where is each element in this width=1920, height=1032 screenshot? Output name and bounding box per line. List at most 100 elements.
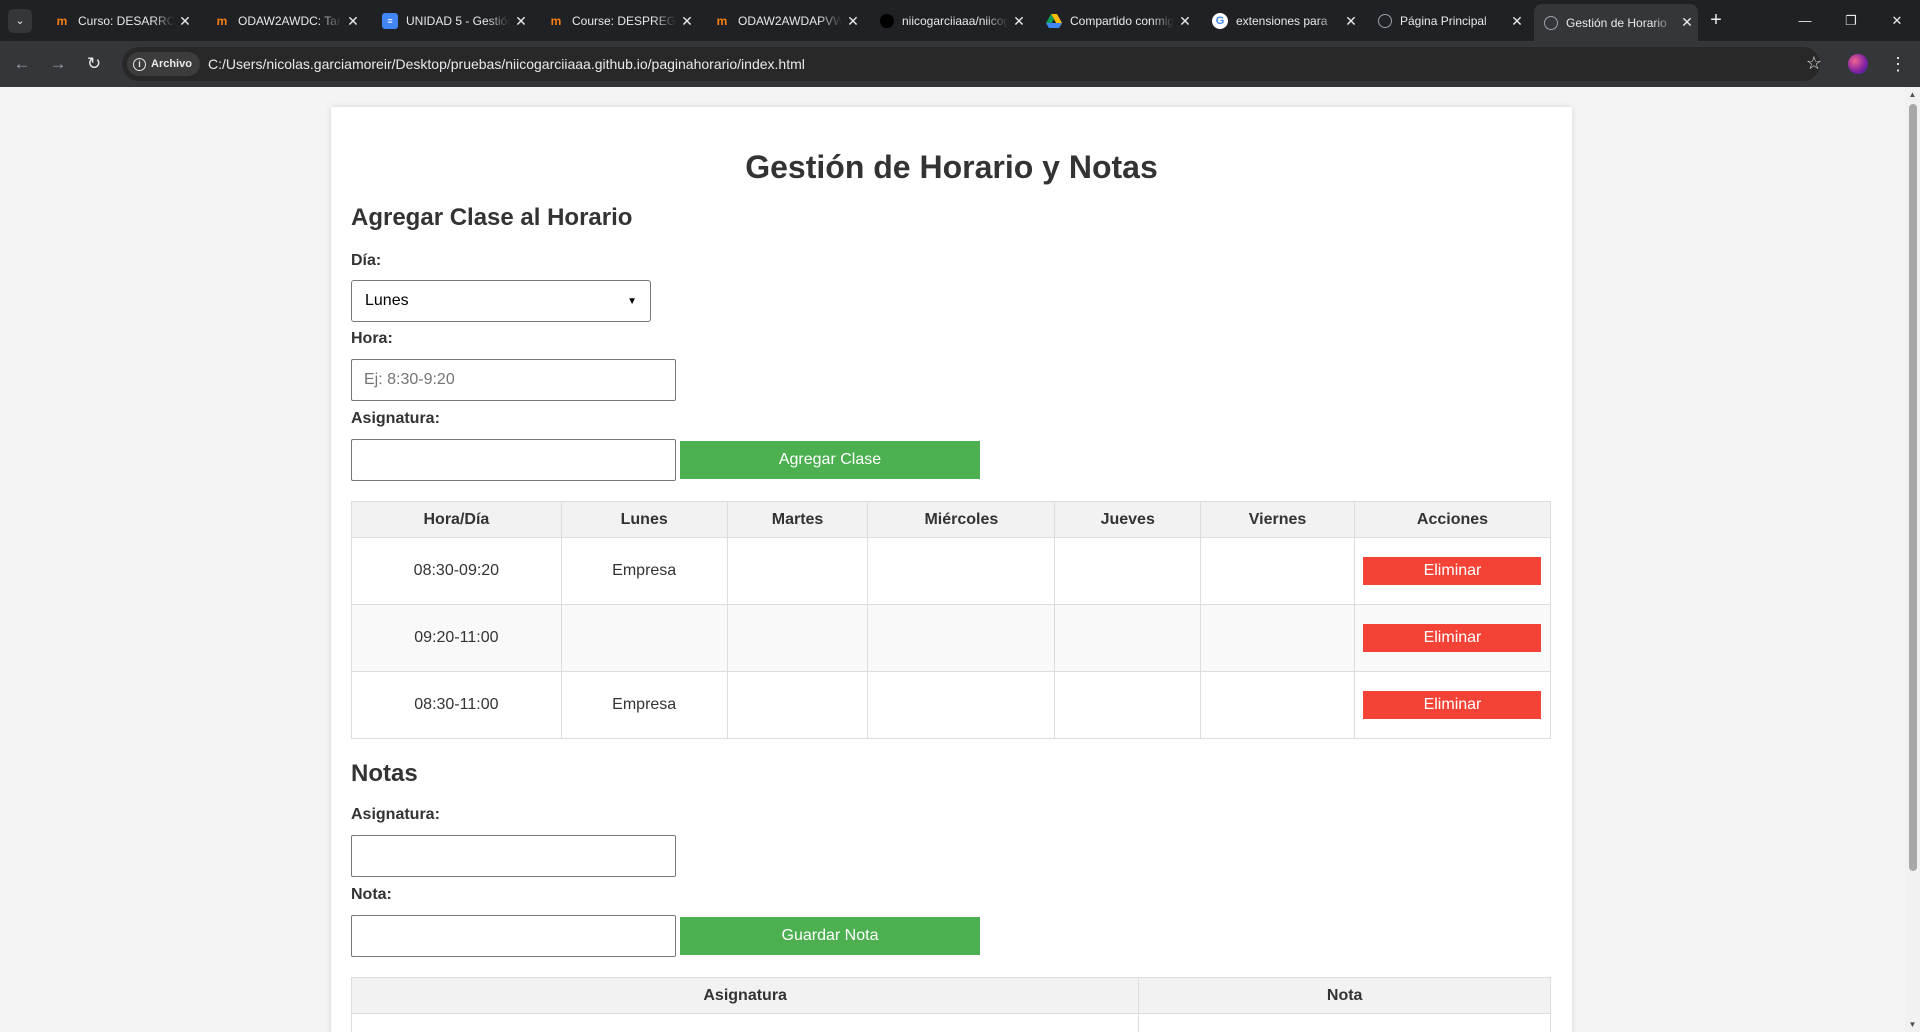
notes-subject-input[interactable] [351, 835, 676, 877]
delete-button[interactable]: Eliminar [1363, 691, 1542, 719]
browser-tab-7[interactable]: Compartido conmigo ✕ [1036, 5, 1196, 37]
docs-icon: ≡ [382, 13, 398, 29]
close-window-button[interactable]: ✕ [1874, 0, 1920, 41]
moodle-icon: m [216, 14, 228, 28]
tab-search-button[interactable]: ⌄ [8, 9, 32, 33]
browser-tab-5[interactable]: m ODAW2AWDAPVW ✕ [704, 5, 864, 37]
cell-viernes [1200, 604, 1355, 672]
page-title: Gestión de Horario y Notas [745, 149, 1158, 185]
browser-tab-3[interactable]: ≡ UNIDAD 5 - Gestión ✕ [372, 5, 532, 37]
close-tab-icon[interactable]: ✕ [174, 13, 196, 30]
subject-input[interactable] [351, 439, 676, 481]
column-header-miercoles: Miércoles [867, 501, 1056, 538]
tab-title: Compartido conmigo [1070, 14, 1174, 28]
drive-icon [1046, 13, 1062, 29]
chip-label: Archivo [151, 58, 192, 70]
browser-tab-6[interactable]: niicogarciiaaa/niicogarciiaaa ✕ [870, 5, 1030, 37]
cell-lunes [560, 604, 728, 672]
profile-avatar[interactable] [1848, 54, 1868, 74]
notes-subject-label: Asignatura: [351, 806, 440, 823]
tab-title: Página Principal [1400, 14, 1487, 28]
globe-icon [1544, 15, 1558, 30]
save-grade-button[interactable]: Guardar Nota [680, 917, 980, 955]
plus-icon: + [1710, 9, 1722, 31]
site-info-chip[interactable]: i Archivo [127, 52, 200, 76]
close-tab-icon[interactable]: ✕ [676, 13, 698, 30]
cell-actions: Eliminar [1353, 537, 1552, 605]
scroll-down-icon[interactable]: ▼ [1905, 1017, 1920, 1032]
delete-button[interactable]: Eliminar [1363, 624, 1542, 652]
subject-label: Asignatura: [351, 410, 440, 427]
minimize-button[interactable]: — [1782, 0, 1828, 41]
close-tab-icon[interactable]: ✕ [1506, 13, 1528, 30]
table-row: 08:30-11:00 Empresa Eliminar [351, 671, 1552, 739]
column-header-asignatura: Asignatura [350, 977, 1140, 1014]
cell-martes [726, 671, 869, 739]
info-icon: i [133, 57, 146, 71]
tab-title: extensiones para [1236, 14, 1328, 28]
new-tab-button[interactable]: + [1704, 9, 1728, 33]
schedule-table: Hora/Día Lunes Martes Miércoles Jueves V… [351, 501, 1552, 739]
chevron-down-icon: ⌄ [15, 15, 25, 27]
cell-asignatura [350, 1013, 1140, 1032]
cell-viernes [1200, 537, 1355, 605]
cell-jueves [1054, 537, 1202, 605]
cell-miercoles [867, 537, 1056, 605]
notes-table: Asignatura Nota [350, 977, 1551, 1032]
tab-title: ODAW2AWDAPVW [738, 14, 842, 28]
tab-bar: ⌄ m Curso: DESARROLLO ✕ m ODAW2AWDC: Tar… [0, 0, 1920, 41]
browser-tab-4[interactable]: m Course: DESPREGUE ✕ [538, 5, 698, 37]
google-icon: G [1212, 13, 1228, 29]
column-header-acciones: Acciones [1353, 501, 1552, 538]
scrollbar-thumb[interactable] [1909, 104, 1917, 871]
column-header-hora: Hora/Día [351, 501, 562, 538]
add-class-button[interactable]: Agregar Clase [680, 441, 980, 479]
close-tab-icon[interactable]: ✕ [342, 13, 364, 30]
back-button[interactable]: ← [8, 50, 36, 78]
reload-icon: ↻ [86, 54, 102, 73]
scroll-up-icon[interactable]: ▲ [1905, 87, 1920, 102]
grade-label: Nota: [351, 886, 392, 903]
restore-button[interactable]: ❐ [1828, 0, 1874, 41]
column-header-jueves: Jueves [1054, 501, 1202, 538]
cell-lunes: Empresa [560, 537, 728, 605]
address-bar[interactable]: i Archivo C:/Users/nicolas.garciamoreir/… [122, 47, 1820, 81]
close-tab-icon[interactable]: ✕ [1676, 14, 1698, 31]
cell-jueves [1054, 604, 1202, 672]
tab-title: Course: DESPREGUE [572, 14, 676, 28]
cell-hora: 08:30-09:20 [351, 537, 562, 605]
grade-input[interactable] [351, 915, 676, 957]
day-select[interactable]: Lunes ▼ [351, 280, 651, 322]
reload-button[interactable]: ↻ [80, 50, 108, 78]
browser-tab-active[interactable]: Gestión de Horario ✕ [1534, 4, 1698, 41]
kebab-menu-icon[interactable]: ⋮ [1884, 50, 1912, 78]
close-tab-icon[interactable]: ✕ [1340, 13, 1362, 30]
browser-tab-8[interactable]: G extensiones para ✕ [1202, 5, 1362, 37]
browser-tab-1[interactable]: m Curso: DESARROLLO ✕ [44, 5, 196, 37]
cell-miercoles [867, 604, 1056, 672]
hour-input[interactable]: Ej: 8:30-9:20 [351, 359, 676, 401]
close-tab-icon[interactable]: ✕ [1008, 13, 1030, 30]
delete-button[interactable]: Eliminar [1363, 557, 1542, 585]
notes-heading: Notas [351, 760, 418, 787]
table-row: 08:30-09:20 Empresa Eliminar [351, 537, 1552, 605]
page-viewport: Gestión de Horario y Notas Agregar Clase… [0, 87, 1905, 1032]
moodle-icon: m [56, 14, 68, 28]
close-tab-icon[interactable]: ✕ [510, 13, 532, 30]
browser-tab-2[interactable]: m ODAW2AWDC: Tareas ✕ [204, 5, 364, 37]
cell-lunes: Empresa [560, 671, 728, 739]
bookmark-star-icon[interactable]: ☆ [1800, 49, 1828, 77]
main-container: Gestión de Horario y Notas Agregar Clase… [331, 107, 1572, 1032]
close-tab-icon[interactable]: ✕ [842, 13, 864, 30]
close-tab-icon[interactable]: ✕ [1174, 13, 1196, 30]
restore-icon: ❐ [1845, 13, 1857, 28]
page-scrollbar[interactable]: ▲ ▼ [1905, 87, 1920, 1032]
browser-tab-9[interactable]: Página Principal ✕ [1368, 5, 1528, 37]
cell-martes [726, 537, 869, 605]
tab-title: niicogarciiaaa/niicogarciiaaa [902, 14, 1008, 28]
notes-header-row: Asignatura Nota [350, 977, 1551, 1014]
forward-button[interactable]: → [44, 50, 72, 78]
chevron-down-icon: ▼ [627, 295, 637, 307]
url-text[interactable]: C:/Users/nicolas.garciamoreir/Desktop/pr… [208, 47, 805, 81]
column-header-martes: Martes [726, 501, 869, 538]
